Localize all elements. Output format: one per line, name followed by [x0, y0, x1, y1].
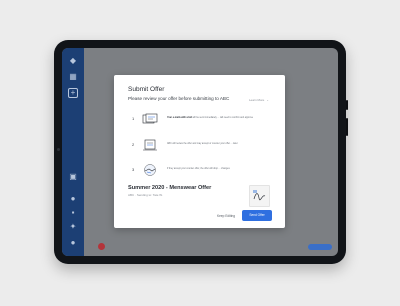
bell-icon[interactable]: ● [68, 194, 78, 204]
step-number: 2 [132, 142, 135, 147]
camera-dot [57, 148, 60, 151]
submit-offer-modal: Submit Offer Please review your offer be… [114, 75, 285, 228]
handshake-icon [144, 164, 156, 176]
settings-icon[interactable]: ✦ [68, 222, 78, 232]
chat-icon[interactable]: ▪ [68, 208, 78, 218]
keep-editing-button[interactable]: Keep Editing [217, 214, 235, 218]
bottom-action-button[interactable] [308, 244, 332, 250]
signature-icon [253, 190, 266, 201]
offer-title: Summer 2020 - Menswear Offer [128, 185, 212, 191]
step-item: 1 Your e-mails with a bid will be sent i… [128, 110, 273, 128]
offer-thumbnail [249, 185, 270, 207]
modal-title: Submit Offer [128, 86, 165, 93]
step-text: If they accept your counter offer, the o… [167, 168, 230, 170]
step-number: 3 [132, 167, 135, 172]
logo-icon[interactable]: ◆ [68, 56, 78, 66]
sidebar: ◆ ▦ + ▣ ● ▪ ✦ ● [62, 48, 84, 256]
power-button [346, 118, 348, 136]
volume-button [346, 100, 348, 110]
learn-more-dropdown[interactable]: Learn More ⌄ [249, 98, 269, 102]
grid-icon[interactable]: ▦ [68, 72, 78, 82]
profile-icon[interactable]: ● [68, 238, 78, 248]
send-offer-button[interactable]: Send Offer [242, 210, 272, 221]
step-number: 1 [132, 116, 135, 121]
user-icon[interactable]: ▣ [68, 172, 78, 182]
modal-subtitle: Please review your offer before submitti… [128, 96, 230, 101]
offer-meta: ABC · Sending to: Tate W. [128, 193, 163, 197]
document-stack-icon [142, 113, 158, 124]
record-indicator [98, 243, 105, 250]
step-item: 2 ABC will review the offer and may acce… [128, 136, 273, 154]
dropdown-label: Learn More [249, 98, 265, 102]
step-item: 3 If they accept your counter offer, the… [128, 161, 273, 179]
plus-icon[interactable]: + [68, 88, 78, 98]
chevron-down-icon: ⌄ [266, 98, 269, 102]
review-document-icon [143, 139, 157, 151]
step-text: Your e-mails with a bid will be sent imm… [167, 117, 254, 119]
step-text: ABC will review the offer and may accept… [167, 143, 238, 145]
